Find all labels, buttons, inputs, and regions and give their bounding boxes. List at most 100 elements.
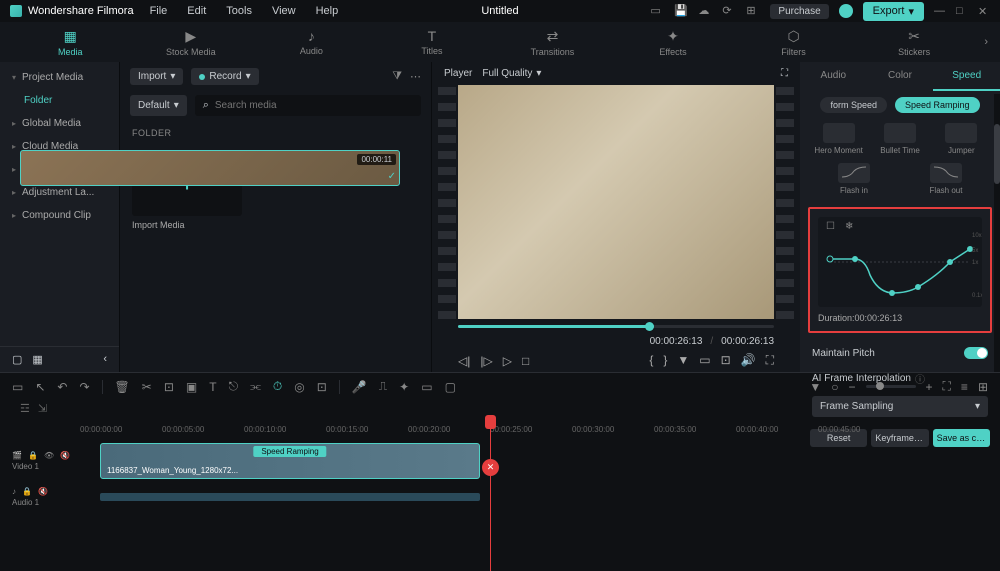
display-icon[interactable]: ⊡ xyxy=(721,353,731,368)
tl-box-icon[interactable]: ▢ xyxy=(445,380,456,394)
preview-progress[interactable] xyxy=(458,325,774,328)
menu-file[interactable]: File xyxy=(150,5,168,17)
audio-track-body[interactable] xyxy=(80,491,988,503)
close-icon[interactable]: ✕ xyxy=(978,5,990,17)
fullscreen-icon[interactable]: ⛶ xyxy=(766,353,774,368)
sidebar-project-media[interactable]: ▾Project Media xyxy=(0,66,119,89)
tab-titles[interactable]: TTitles xyxy=(374,25,491,59)
record-dropdown[interactable]: Record▾ xyxy=(191,68,258,85)
scroll-thumb[interactable] xyxy=(994,124,1000,184)
prev-icon[interactable]: |▷ xyxy=(480,354,492,368)
sidebar-compound[interactable]: ▸Compound Clip xyxy=(0,204,119,227)
subtab-speed-ramping[interactable]: Speed Ramping xyxy=(895,97,980,113)
maximize-icon[interactable]: □ xyxy=(956,5,968,17)
tl-undo-icon[interactable]: ↶ xyxy=(57,380,67,394)
zoom-slider[interactable] xyxy=(866,385,916,388)
preset-flash-in[interactable]: Flash in xyxy=(808,163,900,195)
scrollbar[interactable] xyxy=(994,94,1000,372)
menu-view[interactable]: View xyxy=(272,5,296,17)
sidebar-global-media[interactable]: ▸Global Media xyxy=(0,112,119,135)
tl-lock-icon[interactable]: ☲ xyxy=(20,402,30,415)
more-icon[interactable]: ⋯ xyxy=(410,70,421,83)
device-icon[interactable]: ▭ xyxy=(650,4,664,18)
import-dropdown[interactable]: Import▾ xyxy=(130,68,183,85)
cloud-icon[interactable]: ☁ xyxy=(698,4,712,18)
save-icon[interactable]: 💾 xyxy=(674,4,688,18)
lock-icon[interactable]: 🔒 xyxy=(22,487,32,496)
media-clip-tile[interactable]: 00:00:11 ✓ 1166837_Woman_Young_12... xyxy=(254,150,364,230)
progress-handle[interactable] xyxy=(645,322,654,331)
preset-flash-out[interactable]: Flash out xyxy=(900,163,992,195)
screenshot-icon[interactable]: ▭ xyxy=(699,353,710,368)
tl-chain-icon[interactable]: ⫘ xyxy=(250,379,261,394)
tab-filters[interactable]: ⬡Filters xyxy=(735,25,852,60)
tl-crop-icon[interactable]: ⊡ xyxy=(164,380,174,394)
checkbox-icon[interactable]: ☐ xyxy=(826,221,835,232)
audio-clip[interactable] xyxy=(100,493,480,501)
default-dropdown[interactable]: Default▾ xyxy=(130,95,187,116)
tab-media[interactable]: ▦Media xyxy=(12,25,129,60)
subtab-form-speed[interactable]: form Speed xyxy=(820,97,887,113)
menu-tools[interactable]: Tools xyxy=(226,5,252,17)
tab-stock-media[interactable]: ▶Stock Media xyxy=(133,25,250,60)
tl-cc-icon[interactable]: ⊡ xyxy=(317,380,327,394)
avatar-icon[interactable] xyxy=(839,4,853,18)
minimize-icon[interactable]: — xyxy=(934,5,946,17)
tab-audio[interactable]: ♪Audio xyxy=(253,25,370,59)
tab-transitions[interactable]: ⇄Transitions xyxy=(494,25,611,60)
playhead[interactable]: ✕ xyxy=(490,417,491,571)
tl-text-icon[interactable]: T xyxy=(209,380,216,394)
grid-icon[interactable]: ▦ xyxy=(32,353,42,366)
tl-mixer-icon[interactable]: ⎍ xyxy=(379,379,387,394)
help-icon[interactable]: ⊞ xyxy=(746,4,760,18)
purchase-button[interactable]: Purchase xyxy=(770,4,828,19)
tab-audio-panel[interactable]: Audio xyxy=(800,62,867,91)
export-button[interactable]: Export▾ xyxy=(863,2,924,21)
snapshot-icon[interactable]: ⛶ xyxy=(781,68,788,79)
timeline-ruler[interactable]: ✕ 00:00:00:00 00:00:05:00 00:00:10:00 00… xyxy=(0,417,1000,441)
tl-arrow-icon[interactable]: ↖ xyxy=(35,380,45,394)
preset-bullet-time[interactable]: Bullet Time xyxy=(869,123,930,155)
collapse-icon[interactable]: ‹ xyxy=(103,353,107,366)
quality-dropdown[interactable]: Full Quality▾ xyxy=(482,68,541,79)
volume-icon[interactable]: 🔊 xyxy=(741,353,756,368)
info-icon[interactable]: ⓘ xyxy=(915,371,925,386)
tl-redo-icon[interactable]: ↷ xyxy=(79,380,89,394)
play-icon[interactable]: ▷ xyxy=(503,354,512,368)
tl-monitor-icon[interactable]: ▭ xyxy=(421,380,432,394)
mark-out-icon[interactable]: } xyxy=(663,353,667,368)
folder-icon[interactable]: ▢ xyxy=(12,353,22,366)
mute-icon[interactable]: 🔇 xyxy=(60,451,70,460)
tab-speed-panel[interactable]: Speed xyxy=(933,62,1000,91)
preview-canvas[interactable] xyxy=(458,85,774,319)
sidebar-folder[interactable]: Folder xyxy=(0,89,119,112)
snowflake-icon[interactable]: ❄ xyxy=(845,221,853,232)
menu-edit[interactable]: Edit xyxy=(187,5,206,17)
video-track-body[interactable]: Speed Ramping 1166837_Woman_Young_1280x7… xyxy=(80,443,988,479)
preset-jumper[interactable]: Jumper xyxy=(931,123,992,155)
share-icon[interactable]: ⟳ xyxy=(722,4,736,18)
mute-icon[interactable]: 🔇 xyxy=(38,487,48,496)
frame-interpolation-dropdown[interactable]: Frame Sampling ▾ xyxy=(812,396,988,417)
search-input[interactable]: ⌕ xyxy=(195,95,421,116)
preset-hero-moment[interactable]: Hero Moment xyxy=(808,123,869,155)
zoom-handle[interactable] xyxy=(876,382,884,390)
tl-sparkle-icon[interactable]: ✦ xyxy=(399,380,409,394)
stop-icon[interactable]: □ xyxy=(522,354,529,368)
tab-color-panel[interactable]: Color xyxy=(867,62,934,91)
prev-frame-icon[interactable]: ◁| xyxy=(458,354,470,368)
more-tabs-icon[interactable]: › xyxy=(984,36,988,48)
tab-stickers[interactable]: ✂Stickers xyxy=(856,25,973,60)
menu-help[interactable]: Help xyxy=(316,5,339,17)
tl-crop2-icon[interactable]: ▣ xyxy=(186,380,197,394)
tl-mic-icon[interactable]: 🎤 xyxy=(352,380,367,394)
tl-speed-icon[interactable]: ⏱ xyxy=(273,379,282,394)
tl-link-icon[interactable]: ⎋ xyxy=(229,379,239,394)
tl-delete-icon[interactable]: 🗑 xyxy=(115,380,130,394)
tab-effects[interactable]: ✦Effects xyxy=(615,25,732,60)
lock-icon[interactable]: 🔒 xyxy=(28,451,38,460)
speed-graph[interactable]: ☐ ❄ 10x 5x 1x 0.1x xyxy=(818,217,982,307)
tl-eye-icon[interactable]: ⇲ xyxy=(38,402,47,415)
maintain-pitch-toggle[interactable] xyxy=(964,347,988,359)
tl-ring-icon[interactable]: ◎ xyxy=(294,380,304,394)
